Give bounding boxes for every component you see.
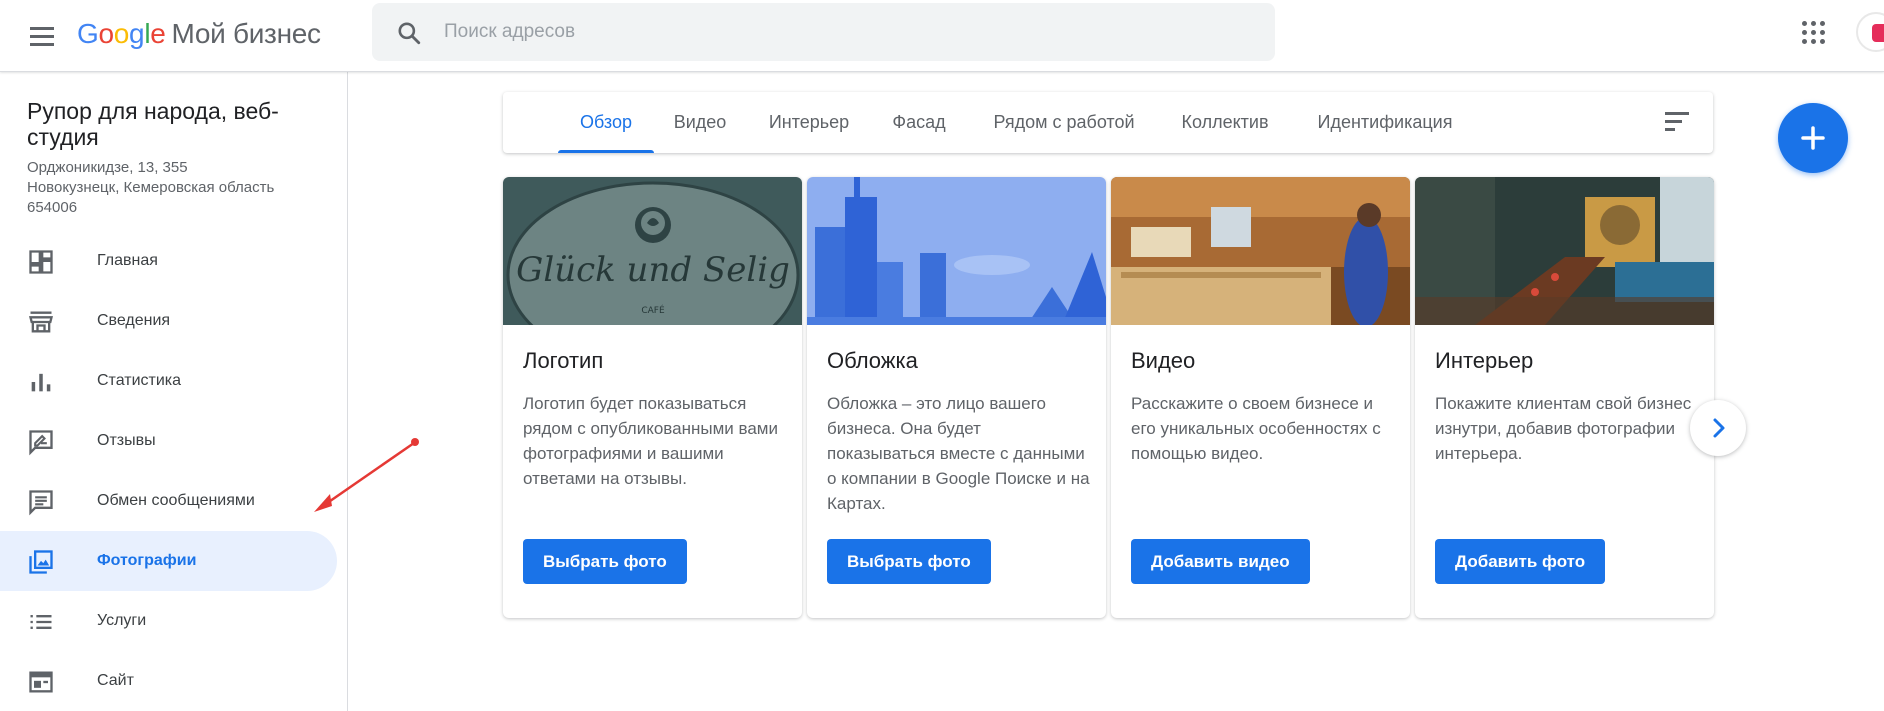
- photo-category-tabs: Обзор Видео Интерьер Фасад Рядом с работ…: [503, 92, 1713, 153]
- card-video: Видео Расскажите о своем бизнесе и его у…: [1111, 177, 1410, 618]
- logo-example-image: Glück und Selig CAFÉ: [503, 177, 802, 325]
- chevron-right-icon: [1713, 418, 1725, 438]
- sidebar-item-label: Услуги: [97, 612, 147, 629]
- business-address: Орджоникидзе, 13, 355 Новокузнецк, Кемер…: [27, 158, 327, 218]
- tab-interior[interactable]: Интерьер: [765, 92, 853, 153]
- web-icon: [29, 671, 53, 693]
- sidebar-item-home[interactable]: Главная: [0, 231, 337, 291]
- choose-photo-button[interactable]: Выбрать фото: [827, 539, 991, 584]
- logo-letter: e: [150, 18, 166, 49]
- app-header: Google Мой бизнес: [0, 0, 1884, 72]
- list-icon: [30, 615, 52, 629]
- business-name: Рупор для народа, веб-студия: [27, 98, 279, 150]
- sidebar-item-label: Фотографии: [97, 552, 197, 569]
- address-line: 654006: [27, 199, 78, 216]
- sidebar-item-label: Главная: [97, 252, 158, 269]
- restaurant-interior-photo: [1415, 177, 1714, 325]
- bar-chart-icon: [31, 373, 51, 392]
- search-bar[interactable]: [372, 3, 1275, 61]
- tab-overview[interactable]: Обзор: [558, 92, 654, 153]
- tab-video[interactable]: Видео: [671, 92, 729, 153]
- card-logo: Glück und Selig CAFÉ Логотип Логотип буд…: [503, 177, 802, 618]
- reviews-icon: [29, 430, 53, 456]
- sidebar-item-services[interactable]: Услуги: [0, 591, 337, 651]
- logo-image-subtext: CAFÉ: [641, 304, 665, 316]
- search-icon[interactable]: [396, 20, 422, 46]
- sidebar-item-reviews[interactable]: Отзывы: [0, 411, 337, 471]
- card-description: Логотип будет показываться рядом с опубл…: [523, 394, 778, 488]
- sidebar-item-label: Статистика: [97, 372, 182, 389]
- plus-icon: [1801, 126, 1825, 150]
- store-icon: [29, 311, 53, 333]
- menu-icon[interactable]: [22, 18, 62, 54]
- tab-team[interactable]: Коллектив: [1176, 92, 1274, 153]
- apps-grid-icon[interactable]: [1800, 19, 1828, 47]
- add-photo-button[interactable]: Добавить фото: [1435, 539, 1606, 584]
- account-avatar[interactable]: [1856, 12, 1884, 52]
- logo-letter: o: [98, 18, 114, 49]
- sidebar-item-messages[interactable]: Обмен сообщениями: [0, 471, 337, 531]
- message-icon: [29, 490, 53, 516]
- annotation-arrow: [314, 438, 419, 512]
- sidebar-item-website[interactable]: Сайт: [0, 651, 337, 711]
- add-fab-button[interactable]: [1778, 103, 1848, 173]
- carousel-next-button[interactable]: [1690, 400, 1746, 456]
- cover-illustration: [807, 177, 1106, 325]
- sidebar-item-label: Обмен сообщениями: [97, 492, 255, 509]
- dashboard-icon: [29, 250, 53, 274]
- card-description: Покажите клиентам свой бизнес изнутри, д…: [1435, 394, 1692, 463]
- choose-photo-button[interactable]: Выбрать фото: [523, 539, 687, 584]
- sidebar: Рупор для народа, веб-студия Орджоникидз…: [0, 72, 348, 711]
- address-line: Орджоникидзе, 13, 355: [27, 159, 188, 176]
- tab-at-work[interactable]: Рядом с работой: [986, 92, 1142, 153]
- logo-letter: G: [77, 18, 99, 49]
- sidebar-item-stats[interactable]: Статистика: [0, 351, 337, 411]
- card-title: Интерьер: [1435, 348, 1534, 373]
- logo-image-text: Glück und Selig: [516, 250, 790, 290]
- logo-letter: o: [113, 18, 130, 49]
- card-cover: Обложка Обложка – это лицо вашего бизнес…: [807, 177, 1106, 618]
- filter-icon[interactable]: [1662, 110, 1692, 134]
- sidebar-item-photos[interactable]: Фотографии: [0, 531, 337, 591]
- card-title: Логотип: [523, 348, 604, 373]
- photo-library-icon: [29, 550, 53, 574]
- add-video-button[interactable]: Добавить видео: [1131, 539, 1310, 584]
- logo-letter: g: [129, 18, 145, 49]
- tab-identity[interactable]: Идентификация: [1310, 92, 1460, 153]
- cafe-counter-photo: [1111, 177, 1410, 325]
- google-my-business-logo[interactable]: Google Мой бизнес: [77, 16, 321, 52]
- card-title: Видео: [1131, 348, 1196, 373]
- address-line: Новокузнецк, Кемеровская область: [27, 179, 275, 196]
- sidebar-item-label: Сайт: [97, 672, 134, 689]
- sidebar-item-label: Отзывы: [97, 432, 156, 449]
- sidebar-item-info[interactable]: Сведения: [0, 291, 337, 351]
- search-input[interactable]: [444, 3, 1244, 61]
- card-interior: Интерьер Покажите клиентам свой бизнес и…: [1415, 177, 1714, 618]
- tab-exterior[interactable]: Фасад: [889, 92, 949, 153]
- sidebar-item-label: Сведения: [97, 312, 171, 329]
- product-name: Мой бизнес: [171, 18, 321, 49]
- card-description: Обложка – это лицо вашего бизнеса. Она б…: [827, 394, 1090, 513]
- card-title: Обложка: [827, 348, 918, 373]
- card-description: Расскажите о своем бизнесе и его уникаль…: [1131, 394, 1381, 463]
